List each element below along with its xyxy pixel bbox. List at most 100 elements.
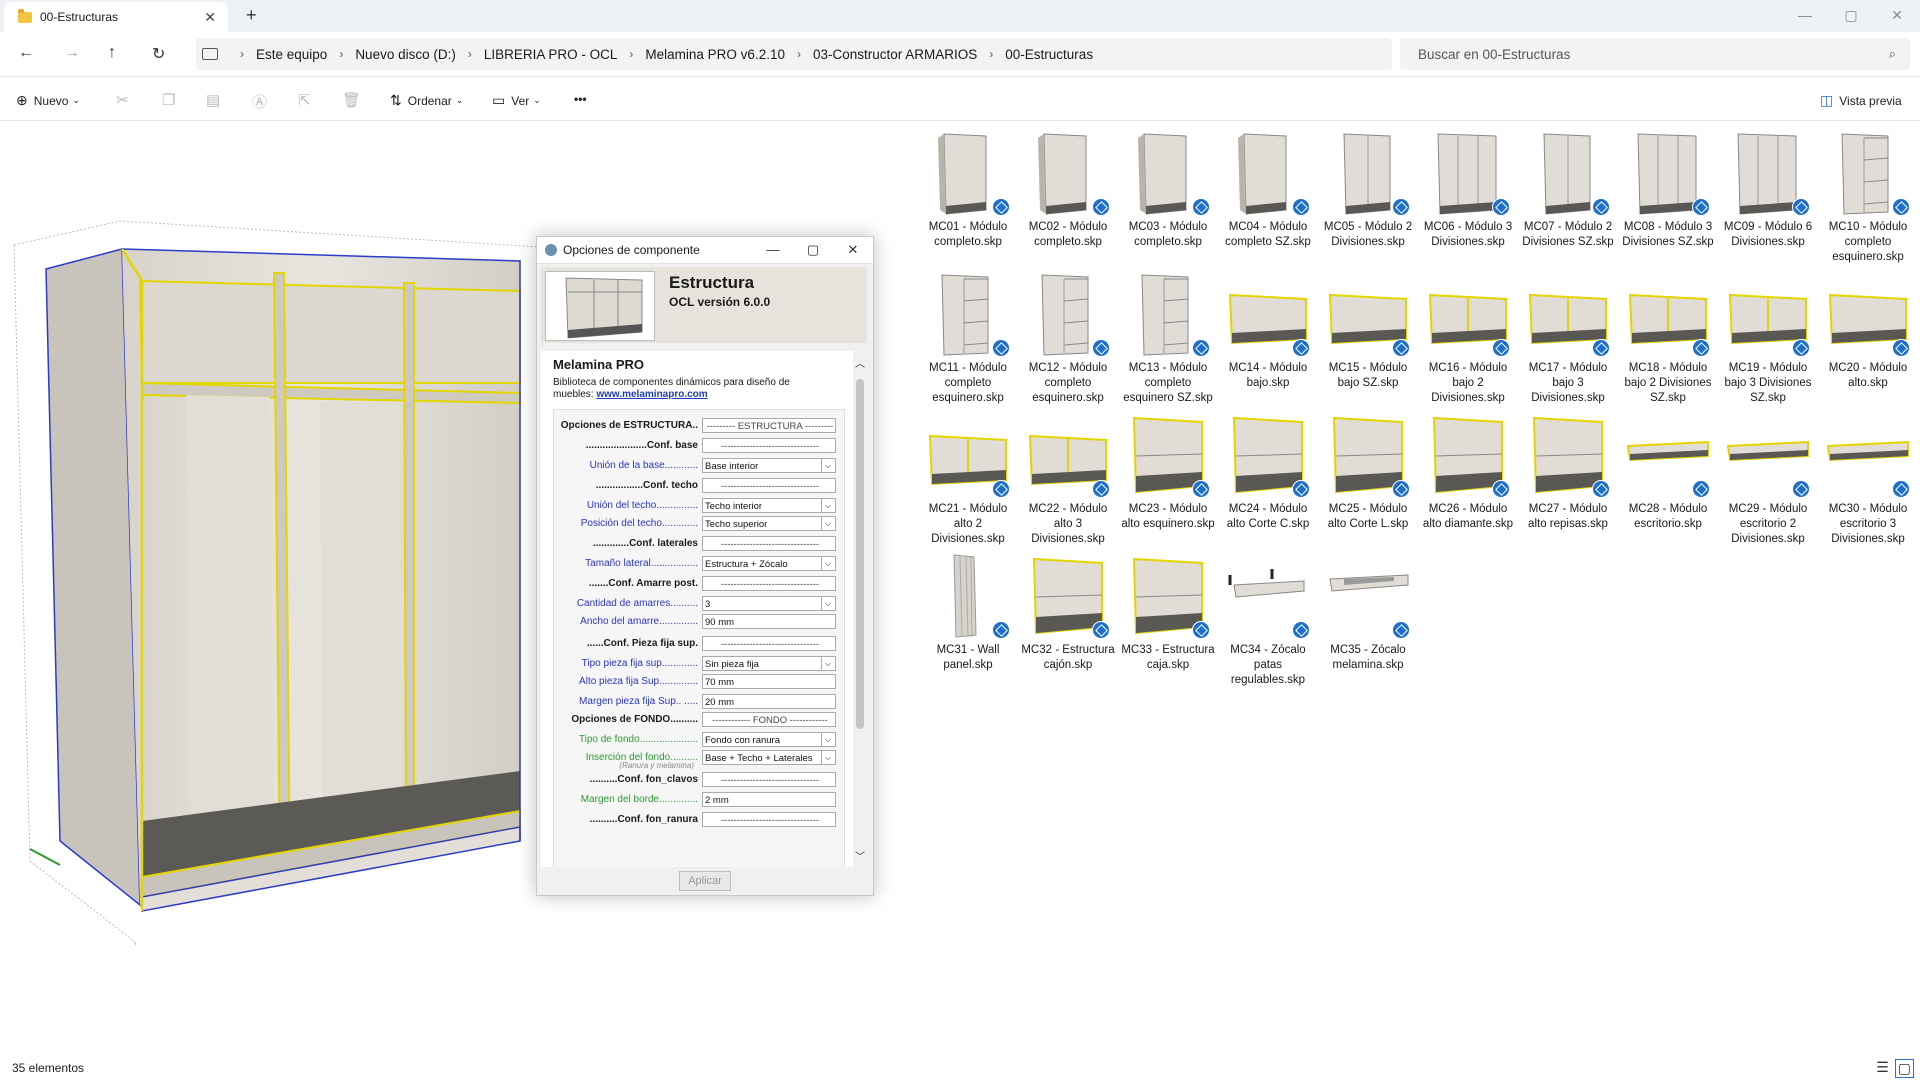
search-icon[interactable]: ⌕: [1889, 46, 1896, 62]
option-dropdown[interactable]: Base + Techo + Laterales: [702, 750, 836, 765]
close-tab-icon[interactable]: ✕: [204, 9, 216, 26]
component-thumbnail: [545, 271, 655, 341]
chevron-right-icon[interactable]: ›: [989, 47, 993, 61]
scroll-up-icon[interactable]: ︿: [855, 355, 865, 370]
sketchup-file-icon: [1092, 480, 1110, 498]
file-item[interactable]: MC30 - Módulo escritorio 3 Divisiones.sk…: [1820, 406, 1916, 546]
file-item[interactable]: MC34 - Zócalo patas regulables.skp: [1220, 547, 1316, 687]
cut-icon[interactable]: ✂: [116, 91, 129, 109]
breadcrumb-item[interactable]: 03-Constructor ARMARIOS: [813, 47, 977, 62]
file-item[interactable]: MC18 - Módulo bajo 2 Divisiones SZ.skp: [1620, 265, 1716, 405]
details-view-icon[interactable]: ☰: [1876, 1059, 1889, 1078]
file-item[interactable]: MC32 - Estructura cajón.skp: [1020, 547, 1116, 687]
close-window-button[interactable]: ✕: [1874, 0, 1920, 30]
option-field[interactable]: 70 mm: [702, 674, 836, 689]
breadcrumb-item[interactable]: LIBRERIA PRO - OCL: [484, 47, 618, 62]
new-tab-button[interactable]: +: [246, 5, 257, 26]
file-item[interactable]: MC19 - Módulo bajo 3 Divisiones SZ.skp: [1720, 265, 1816, 405]
file-item[interactable]: MC03 - Módulo completo.skp: [1120, 124, 1216, 264]
chevron-right-icon[interactable]: ›: [339, 47, 343, 61]
copy-icon[interactable]: ❐: [162, 91, 175, 109]
sort-icon: ⇅: [390, 92, 402, 108]
website-link[interactable]: www.melaminapro.com: [596, 389, 707, 400]
file-item[interactable]: MC17 - Módulo bajo 3 Divisiones.skp: [1520, 265, 1616, 405]
preview-label: Vista previa: [1839, 93, 1902, 108]
back-button[interactable]: ←: [18, 44, 34, 62]
file-item[interactable]: MC20 - Módulo alto.skp: [1820, 265, 1916, 405]
file-item[interactable]: MC23 - Módulo alto esquinero.skp: [1120, 406, 1216, 546]
sort-button[interactable]: ⇅ Ordenar ⌄: [390, 92, 463, 109]
computer-icon[interactable]: [202, 48, 218, 60]
file-thumbnail: [1124, 128, 1212, 218]
breadcrumb-item[interactable]: Este equipo: [256, 47, 327, 62]
chevron-right-icon[interactable]: ›: [797, 47, 801, 61]
file-item[interactable]: MC26 - Módulo alto diamante.skp: [1420, 406, 1516, 546]
breadcrumb-item[interactable]: Nuevo disco (D:): [355, 47, 456, 62]
up-button[interactable]: ↑: [108, 44, 116, 62]
option-dropdown[interactable]: 3: [702, 596, 836, 611]
file-item[interactable]: MC02 - Módulo completo.skp: [1020, 124, 1116, 264]
file-item[interactable]: MC27 - Módulo alto repisas.skp: [1520, 406, 1616, 546]
file-item[interactable]: MC21 - Módulo alto 2 Divisiones.skp: [920, 406, 1016, 546]
rename-icon[interactable]: Ⓐ: [252, 91, 267, 112]
new-button[interactable]: ⊕ Nuevo ⌄: [16, 92, 80, 109]
share-icon[interactable]: ⇱: [298, 91, 311, 109]
file-item[interactable]: MC06 - Módulo 3 Divisiones.skp: [1420, 124, 1516, 264]
file-item[interactable]: MC01 - Módulo completo.skp: [920, 124, 1016, 264]
scroll-down-icon[interactable]: ﹀: [855, 848, 865, 863]
preview-pane-button[interactable]: ◫ Vista previa: [1820, 92, 1902, 109]
option-dropdown[interactable]: Sin pieza fija: [702, 656, 836, 671]
file-item[interactable]: MC15 - Módulo bajo SZ.skp: [1320, 265, 1416, 405]
file-item[interactable]: MC29 - Módulo escritorio 2 Divisiones.sk…: [1720, 406, 1816, 546]
option-field[interactable]: 20 mm: [702, 694, 836, 709]
file-item[interactable]: MC09 - Módulo 6 Divisiones.skp: [1720, 124, 1816, 264]
minimize-button[interactable]: —: [1782, 0, 1828, 30]
search-input[interactable]: Buscar en 00-Estructuras ⌕: [1400, 38, 1910, 70]
apply-button[interactable]: Aplicar: [679, 871, 731, 891]
dialog-minimize-button[interactable]: —: [753, 242, 793, 258]
maximize-button[interactable]: ▢: [1828, 0, 1874, 30]
chevron-right-icon[interactable]: ›: [240, 47, 244, 61]
file-item[interactable]: MC35 - Zócalo melamina.skp: [1320, 547, 1416, 687]
option-field[interactable]: 2 mm: [702, 792, 836, 807]
refresh-button[interactable]: ↻: [152, 44, 165, 64]
file-item[interactable]: MC24 - Módulo alto Corte C.skp: [1220, 406, 1316, 546]
option-dropdown[interactable]: Estructura + Zócalo: [702, 556, 836, 571]
thumbnail-view-icon[interactable]: ▢: [1894, 1059, 1914, 1078]
file-item[interactable]: MC33 - Estructura caja.skp: [1120, 547, 1216, 687]
file-item[interactable]: MC16 - Módulo bajo 2 Divisiones.skp: [1420, 265, 1516, 405]
folder-tab[interactable]: 00-Estructuras ✕: [4, 2, 228, 32]
breadcrumb-item[interactable]: 00-Estructuras: [1005, 47, 1093, 62]
options-scrollbar[interactable]: ︿ ﹀: [853, 351, 867, 867]
file-item[interactable]: MC13 - Módulo completo esquinero SZ.skp: [1120, 265, 1216, 405]
file-thumbnail: [1724, 128, 1812, 218]
file-item[interactable]: MC11 - Módulo completo esquinero.skp: [920, 265, 1016, 405]
view-button[interactable]: ▭ Ver ⌄: [492, 92, 541, 109]
file-item[interactable]: MC31 - Wall panel.skp: [920, 547, 1016, 687]
option-field[interactable]: 90 mm: [702, 614, 836, 629]
option-dropdown[interactable]: Techo superior: [702, 516, 836, 531]
chevron-right-icon[interactable]: ›: [468, 47, 472, 61]
option-dropdown[interactable]: Fondo con ranura: [702, 732, 836, 747]
option-dropdown[interactable]: Techo interior: [702, 498, 836, 513]
dialog-maximize-button[interactable]: ▢: [793, 242, 833, 258]
forward-button[interactable]: →: [64, 44, 80, 62]
file-item[interactable]: MC08 - Módulo 3 Divisiones SZ.skp: [1620, 124, 1716, 264]
file-item[interactable]: MC07 - Módulo 2 Divisiones SZ.skp: [1520, 124, 1616, 264]
delete-icon[interactable]: 🗑: [342, 91, 361, 109]
file-item[interactable]: MC28 - Módulo escritorio.skp: [1620, 406, 1716, 546]
file-item[interactable]: MC04 - Módulo completo SZ.skp: [1220, 124, 1316, 264]
paste-icon[interactable]: ▤: [206, 91, 220, 109]
file-item[interactable]: MC10 - Módulo completo esquinero.skp: [1820, 124, 1916, 264]
breadcrumb-item[interactable]: Melamina PRO v6.2.10: [645, 47, 785, 62]
file-item[interactable]: MC22 - Módulo alto 3 Divisiones.skp: [1020, 406, 1116, 546]
dialog-close-button[interactable]: ✕: [833, 242, 873, 258]
scrollbar-thumb[interactable]: [856, 379, 864, 729]
chevron-right-icon[interactable]: ›: [629, 47, 633, 61]
file-item[interactable]: MC14 - Módulo bajo.skp: [1220, 265, 1316, 405]
more-options-button[interactable]: •••: [574, 92, 587, 106]
file-item[interactable]: MC05 - Módulo 2 Divisiones.skp: [1320, 124, 1416, 264]
option-dropdown[interactable]: Base interior: [702, 458, 836, 473]
file-item[interactable]: MC25 - Módulo alto Corte L.skp: [1320, 406, 1416, 546]
file-item[interactable]: MC12 - Módulo completo esquinero.skp: [1020, 265, 1116, 405]
